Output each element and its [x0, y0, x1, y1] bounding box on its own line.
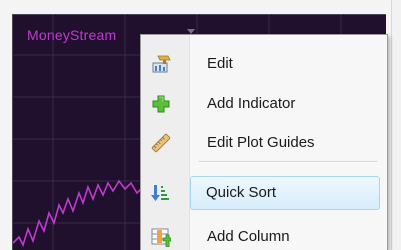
- window-frame: MoneyStream Edit Add Indicator Edit Plot…: [0, 0, 392, 250]
- sort-arrows-icon: [150, 183, 170, 203]
- menu-item-label: Quick Sort: [206, 184, 277, 201]
- menu-item-quick-sort[interactable]: Quick Sort: [151, 176, 380, 210]
- menu-item-add-column[interactable]: Add Column: [143, 220, 383, 250]
- green-plus-icon: [151, 94, 171, 114]
- menu-item-label: Add Column: [207, 228, 290, 245]
- menu-item-edit[interactable]: Edit: [143, 47, 383, 81]
- chart-title[interactable]: MoneyStream: [27, 27, 116, 43]
- menu-item-label: Edit Plot Guides: [207, 134, 315, 151]
- menu-item-edit-plot-guides[interactable]: Edit Plot Guides: [143, 126, 383, 160]
- ruler-icon: [151, 133, 171, 153]
- menu-item-label: Add Indicator: [207, 95, 296, 112]
- menu-item-add-indicator[interactable]: Add Indicator: [143, 87, 383, 121]
- add-column-icon: [151, 227, 172, 248]
- menu-separator: [199, 161, 377, 163]
- moneystream-line: [13, 179, 144, 248]
- menu-item-label: Edit: [207, 55, 233, 72]
- chart-edit-icon: [151, 54, 171, 74]
- context-menu: Edit Add Indicator Edit Plot Guides Quic…: [140, 34, 388, 250]
